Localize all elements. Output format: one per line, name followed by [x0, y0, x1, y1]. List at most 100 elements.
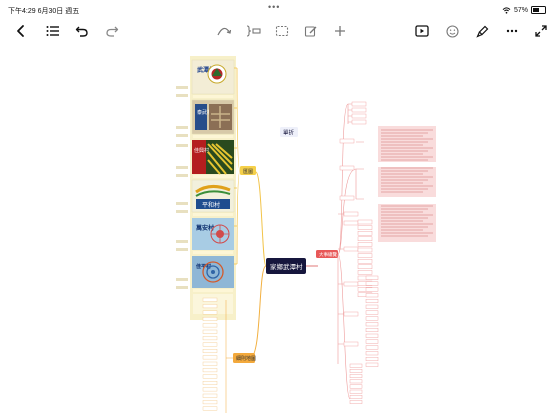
- sub-topic[interactable]: [351, 113, 367, 119]
- sub-topic[interactable]: [349, 374, 363, 378]
- note-block[interactable]: [378, 126, 436, 162]
- summary-button[interactable]: [244, 22, 262, 40]
- sub-topic[interactable]: [365, 275, 379, 280]
- annotation-mark[interactable]: [176, 94, 188, 97]
- sub-topic[interactable]: [343, 281, 359, 287]
- list-item[interactable]: [202, 406, 218, 411]
- annotation-mark[interactable]: [176, 134, 188, 137]
- list-item[interactable]: [202, 400, 218, 405]
- sub-topic[interactable]: [365, 293, 379, 298]
- list-item[interactable]: [202, 374, 218, 379]
- emblem-card[interactable]: 萬安村: [192, 218, 234, 254]
- outline-button[interactable]: [44, 22, 62, 40]
- sub-topic[interactable]: [357, 258, 373, 264]
- mindmap-canvas[interactable]: 武潭村 泰武村 佳興村 平和村 萬安村 佳平村 匯圖 細則地圖 家鄉武潭村 單折…: [0, 44, 556, 414]
- sub-topic[interactable]: [343, 220, 359, 226]
- sticker-button[interactable]: [443, 22, 461, 40]
- sub-topic[interactable]: [365, 316, 379, 321]
- annotation-mark[interactable]: [176, 144, 188, 147]
- list-item[interactable]: [202, 355, 218, 360]
- sub-topic[interactable]: [343, 341, 359, 347]
- sub-topic[interactable]: [357, 225, 373, 230]
- sub-topic[interactable]: [365, 310, 379, 315]
- sub-topic[interactable]: [351, 119, 367, 125]
- sub-topic[interactable]: [365, 351, 379, 356]
- emblem-card[interactable]: 泰武村: [191, 99, 235, 138]
- annotation-mark[interactable]: [176, 240, 188, 243]
- undo-button[interactable]: [73, 22, 91, 40]
- branch-left-bottom[interactable]: 細則地圖: [233, 353, 256, 363]
- sub-topic[interactable]: [349, 379, 363, 384]
- back-button[interactable]: [12, 22, 30, 40]
- sub-topic[interactable]: [365, 322, 379, 327]
- central-topic[interactable]: 家鄉武潭村: [266, 258, 306, 274]
- list-item[interactable]: [202, 317, 218, 321]
- multitask-dots[interactable]: •••: [268, 2, 280, 12]
- sub-topic[interactable]: [351, 107, 367, 113]
- sub-topic[interactable]: [365, 345, 379, 350]
- sub-topic[interactable]: [357, 264, 373, 270]
- sub-topic[interactable]: [343, 211, 359, 217]
- sub-topic[interactable]: [365, 328, 379, 333]
- annotation-mark[interactable]: [176, 126, 188, 129]
- boundary-button[interactable]: [273, 22, 291, 40]
- list-item[interactable]: [202, 297, 218, 302]
- annotation-mark[interactable]: [176, 286, 188, 289]
- branch-right[interactable]: 大事總覽: [316, 250, 338, 258]
- sub-topic[interactable]: [357, 242, 373, 247]
- list-item[interactable]: [202, 393, 218, 398]
- more-button[interactable]: [503, 22, 521, 40]
- sub-topic[interactable]: [339, 138, 355, 144]
- fullscreen-button[interactable]: [532, 22, 550, 40]
- sub-topic[interactable]: [365, 298, 379, 303]
- list-item[interactable]: [202, 361, 218, 366]
- annotation-mark[interactable]: [176, 210, 188, 213]
- sub-topic[interactable]: [349, 363, 363, 368]
- annotation-mark[interactable]: [176, 202, 188, 205]
- list-item[interactable]: [202, 349, 218, 353]
- sub-topic[interactable]: [365, 339, 379, 344]
- sub-topic[interactable]: [349, 369, 363, 373]
- branch-left-top[interactable]: 匯圖: [240, 166, 256, 175]
- annotation-mark[interactable]: [176, 174, 188, 177]
- sub-topic[interactable]: [339, 195, 355, 201]
- relationship-button[interactable]: [215, 22, 233, 40]
- sub-topic[interactable]: [349, 400, 363, 404]
- note-block[interactable]: [378, 167, 436, 197]
- edit-note-button[interactable]: [302, 22, 320, 40]
- sub-topic[interactable]: [365, 362, 379, 367]
- list-item[interactable]: [202, 329, 218, 334]
- emblem-card[interactable]: 佳興村: [192, 140, 234, 178]
- sub-topic[interactable]: [349, 384, 363, 389]
- list-item[interactable]: [202, 310, 218, 315]
- emblem-card[interactable]: 武潭村: [191, 59, 235, 98]
- annotation-mark[interactable]: [176, 166, 188, 169]
- list-item[interactable]: [202, 342, 218, 347]
- sub-topic[interactable]: [365, 287, 379, 292]
- list-item[interactable]: [202, 381, 218, 385]
- sub-topic[interactable]: [343, 311, 359, 317]
- emblem-card[interactable]: 平和村: [191, 179, 235, 216]
- sub-topic[interactable]: [349, 389, 363, 394]
- annotation-mark[interactable]: [176, 248, 188, 251]
- emblem-card[interactable]: 佳平村: [192, 256, 234, 292]
- sub-topic[interactable]: [357, 270, 373, 275]
- sub-topic[interactable]: [357, 230, 373, 236]
- list-item[interactable]: [202, 387, 218, 392]
- sub-topic[interactable]: [357, 219, 373, 225]
- sub-topic[interactable]: [339, 165, 355, 171]
- sub-topic[interactable]: [351, 101, 367, 107]
- free-topic[interactable]: 單折: [280, 127, 298, 137]
- annotation-mark[interactable]: [176, 278, 188, 281]
- list-item[interactable]: [202, 368, 218, 373]
- list-item[interactable]: [202, 304, 218, 309]
- redo-button[interactable]: [103, 22, 121, 40]
- sub-topic[interactable]: [357, 236, 373, 242]
- format-button[interactable]: [473, 22, 491, 40]
- list-item[interactable]: [202, 336, 218, 341]
- sub-topic[interactable]: [365, 304, 379, 309]
- sub-topic[interactable]: [343, 246, 359, 252]
- add-topic-button[interactable]: [331, 22, 349, 40]
- sub-topic[interactable]: [365, 357, 379, 362]
- sub-topic[interactable]: [357, 247, 373, 253]
